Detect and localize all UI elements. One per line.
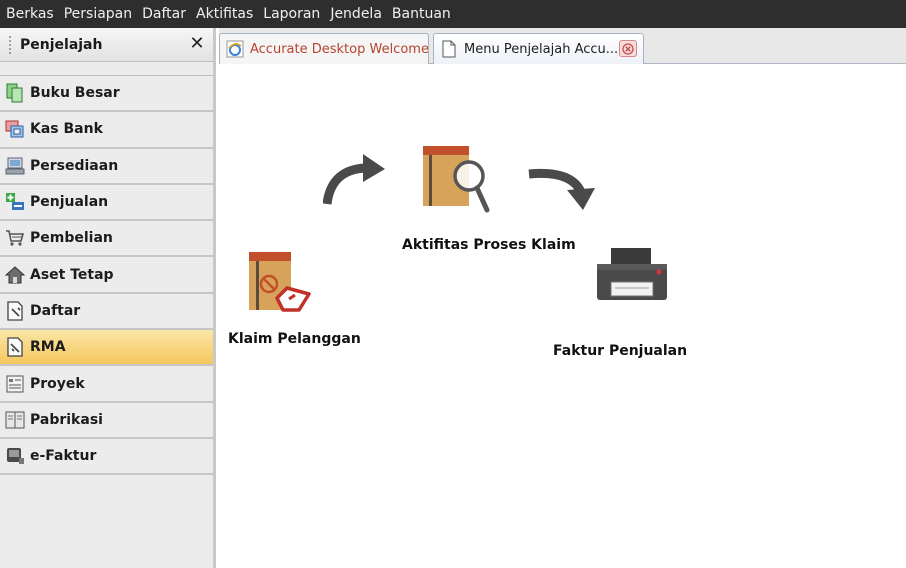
menu-berkas[interactable]: Berkas (6, 0, 54, 28)
menu-jendela[interactable]: Jendela (330, 0, 382, 28)
sales-invoice-label[interactable]: Faktur Penjualan (553, 343, 687, 359)
nav-item-e-faktur[interactable]: e-Faktur (0, 438, 213, 476)
grip-handle-icon[interactable] (8, 34, 12, 55)
ledger-icon (4, 82, 26, 104)
claim-process-icon[interactable] (421, 144, 493, 220)
menu-daftar[interactable]: Daftar (142, 0, 186, 28)
nav-item-pembelian[interactable]: Pembelian (0, 221, 213, 258)
menu-laporan[interactable]: Laporan (263, 0, 320, 28)
nav-item-daftar[interactable]: Daftar (0, 293, 213, 331)
panel-header: Penjelajah ✕ (0, 28, 213, 62)
tab-explorer-menu-label: Menu Penjelajah Accu... (464, 41, 619, 57)
close-icon[interactable] (619, 40, 637, 57)
nav-item-aset-tetap[interactable]: Aset Tetap (0, 257, 213, 294)
tab-welcome[interactable]: Accurate Desktop Welcome... (219, 33, 429, 64)
panel-title: Penjelajah (20, 36, 103, 53)
efaktur-icon (4, 445, 26, 467)
browser-icon (226, 40, 244, 58)
page-icon (440, 40, 458, 58)
nav-list: Buku Besar Kas Bank Persediaan Penjualan (0, 75, 213, 476)
app-window: Berkas Persiapan Daftar Aktifitas Lapora… (0, 0, 906, 568)
nav-item-penjualan[interactable]: Penjualan (0, 184, 213, 222)
nav-item-kas-bank[interactable]: Kas Bank (0, 112, 213, 149)
menu-bantuan[interactable]: Bantuan (392, 0, 451, 28)
bank-icon (4, 118, 26, 140)
rma-doc-icon (4, 336, 26, 358)
sales-icon (4, 191, 26, 213)
cart-icon (4, 227, 26, 249)
printer-icon[interactable] (595, 246, 669, 308)
nav-item-buku-besar[interactable]: Buku Besar (0, 76, 213, 113)
menu-persiapan[interactable]: Persiapan (64, 0, 132, 28)
menu-bar: Berkas Persiapan Daftar Aktifitas Lapora… (0, 0, 906, 28)
rma-flow-content: Klaim Pelanggan Aktifitas Proses Klaim F… (219, 64, 906, 568)
nav-item-rma[interactable]: RMA (0, 330, 213, 367)
inventory-icon (4, 155, 26, 177)
nav-item-persediaan[interactable]: Persediaan (0, 148, 213, 185)
menu-aktifitas[interactable]: Aktifitas (196, 0, 253, 28)
house-icon (4, 264, 26, 286)
tab-welcome-label: Accurate Desktop Welcome... (250, 41, 429, 57)
arrow-down-right-icon (527, 164, 597, 218)
nav-item-pabrikasi[interactable]: Pabrikasi (0, 402, 213, 439)
tab-explorer-menu[interactable]: Menu Penjelajah Accu... (433, 33, 644, 64)
claim-process-label[interactable]: Aktifitas Proses Klaim (402, 237, 576, 253)
panel-close-button[interactable]: ✕ (187, 34, 207, 54)
nav-item-proyek[interactable]: Proyek (0, 366, 213, 403)
customer-claim-icon[interactable] (247, 250, 311, 320)
project-icon (4, 373, 26, 395)
customer-claim-label[interactable]: Klaim Pelanggan (228, 331, 361, 347)
tab-bar: Accurate Desktop Welcome... Menu Penjela… (219, 28, 906, 64)
explorer-panel: Penjelajah ✕ Buku Besar Kas Bank Persedi… (0, 28, 216, 568)
list-doc-icon (4, 300, 26, 322)
factory-icon (4, 409, 26, 431)
arrow-up-right-icon (322, 152, 387, 210)
